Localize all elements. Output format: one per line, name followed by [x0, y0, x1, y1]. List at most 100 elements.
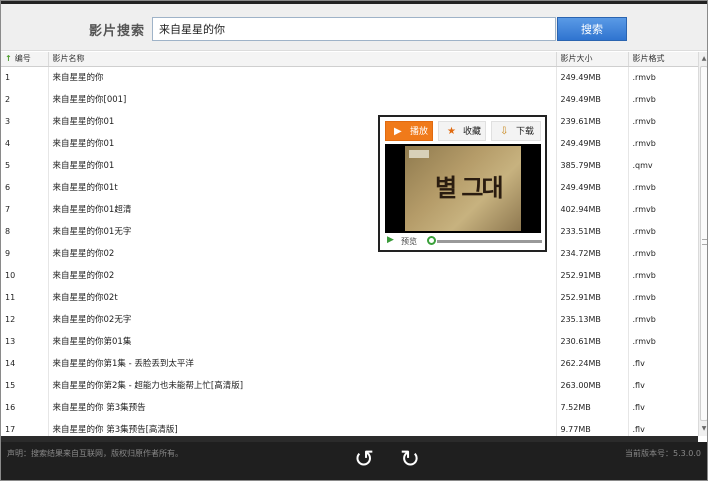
table-row[interactable]: 8 来自星星的你01无字 233.51MB .rmvb [1, 220, 698, 242]
row-title: 来自星星的你 [48, 66, 557, 88]
row-size: 249.49MB [556, 88, 629, 110]
star-icon: ★ [447, 126, 456, 137]
row-size: 235.13MB [556, 308, 629, 330]
header-number[interactable]: ↑ 编号 [1, 52, 49, 67]
row-title: 来自星星的你02 [48, 264, 557, 286]
row-format: .rmvb [628, 176, 698, 198]
row-format: .rmvb [628, 330, 698, 352]
row-title: 来自星星的你02t [48, 286, 557, 308]
row-title: 来自星星的你 第3集预告 [48, 396, 557, 418]
video-preview[interactable]: 별 그대 [385, 144, 541, 233]
row-number: 8 [1, 220, 49, 242]
scroll-down-icon[interactable]: ▼ [699, 424, 707, 434]
row-size: 249.49MB [556, 176, 629, 198]
row-number: 4 [1, 132, 49, 154]
row-number: 9 [1, 242, 49, 264]
preview-play-icon[interactable]: ▶ [387, 235, 394, 245]
row-format: .rmvb [628, 242, 698, 264]
table-row[interactable]: 14 来自星星的你第1集 - 丢脸丢到太平洋 262.24MB .flv [1, 352, 698, 374]
table-row[interactable]: 12 来自星星的你02无字 235.13MB .rmvb [1, 308, 698, 330]
row-format: .flv [628, 374, 698, 396]
table-row[interactable]: 3 来自星星的你01 239.61MB .rmvb [1, 110, 698, 132]
favorite-label: 收藏 [463, 127, 482, 137]
row-number: 14 [1, 352, 49, 374]
row-format: .rmvb [628, 308, 698, 330]
disclaimer-text: 声明：搜索结果来自互联网，版权归原作者所有。 [7, 449, 183, 458]
row-number: 16 [1, 396, 49, 418]
rotate-left-icon[interactable]: ↺ [349, 444, 379, 474]
favorite-button[interactable]: ★ 收藏 [438, 121, 486, 141]
scroll-grip-icon [702, 239, 707, 245]
table-row[interactable]: 9 来自星星的你02 234.72MB .rmvb [1, 242, 698, 264]
table-row[interactable]: 17 来自星星的你 第3集预告[高清版] 9.77MB .flv [1, 418, 698, 436]
play-icon: ▶ [394, 126, 402, 137]
row-number: 7 [1, 198, 49, 220]
channel-logo-icon [409, 150, 429, 158]
row-number: 11 [1, 286, 49, 308]
download-label: 下载 [516, 127, 535, 137]
row-format: .flv [628, 418, 698, 436]
header-name[interactable]: 影片名称 [48, 52, 557, 67]
table-row[interactable]: 7 来自星星的你01超清 402.94MB .rmvb [1, 198, 698, 220]
table-row[interactable]: 10 来自星星的你02 252.91MB .rmvb [1, 264, 698, 286]
table-row[interactable]: 2 来自星星的你[001] 249.49MB .rmvb [1, 88, 698, 110]
table-header-row: ↑ 编号 影片名称 影片大小 影片格式 [1, 52, 698, 67]
row-size: 252.91MB [556, 264, 629, 286]
video-frame: 별 그대 [405, 146, 521, 231]
results-table-wrap: ↑ 编号 影片名称 影片大小 影片格式 1 来自星星的你 249.49MB .rmvb 2… [1, 52, 698, 436]
row-title: 来自星星的你第2集 - 超能力也未能帮上忙[高清版] [48, 374, 557, 396]
row-number: 13 [1, 330, 49, 352]
row-number: 17 [1, 418, 49, 436]
row-format: .rmvb [628, 220, 698, 242]
row-number: 5 [1, 154, 49, 176]
preview-progress-handle[interactable] [427, 236, 436, 245]
row-size: 263.00MB [556, 374, 629, 396]
preview-controls: ▶ 预览 [387, 235, 542, 247]
table-row[interactable]: 13 来自星星的你第01集 230.61MB .rmvb [1, 330, 698, 352]
row-format: .flv [628, 396, 698, 418]
results-table: ↑ 编号 影片名称 影片大小 影片格式 1 来自星星的你 249.49MB .rmvb 2… [1, 52, 698, 436]
row-size: 249.49MB [556, 66, 629, 88]
play-label: 播放 [410, 127, 429, 137]
table-row[interactable]: 11 来自星星的你02t 252.91MB .rmvb [1, 286, 698, 308]
vertical-scrollbar[interactable]: ▲ ▼ [698, 52, 707, 436]
header-size[interactable]: 影片大小 [556, 52, 629, 67]
row-size: 230.61MB [556, 330, 629, 352]
row-format: .rmvb [628, 198, 698, 220]
row-number: 10 [1, 264, 49, 286]
table-row[interactable]: 6 来自星星的你01t 249.49MB .rmvb [1, 176, 698, 198]
search-input[interactable] [152, 17, 556, 41]
scroll-thumb[interactable] [700, 66, 707, 421]
table-row[interactable]: 15 来自星星的你第2集 - 超能力也未能帮上忙[高清版] 263.00MB .flv [1, 374, 698, 396]
row-size: 9.77MB [556, 418, 629, 436]
footer-bar: 声明：搜索结果来自互联网，版权归原作者所有。 ↺ ↻ 当前版本号：5.3.0.0 [1, 442, 707, 480]
scroll-up-icon[interactable]: ▲ [699, 54, 707, 64]
search-bar: 影片搜索 搜索 [1, 4, 707, 51]
download-icon: ⇩ [500, 126, 509, 137]
row-size: 252.91MB [556, 286, 629, 308]
download-button[interactable]: ⇩ 下载 [491, 121, 541, 141]
row-size: 249.49MB [556, 132, 629, 154]
row-size: 233.51MB [556, 220, 629, 242]
table-row[interactable]: 5 来自星星的你01 385.79MB .qmv [1, 154, 698, 176]
row-title: 来自星星的你 第3集预告[高清版] [48, 418, 557, 436]
play-button[interactable]: ▶ 播放 [385, 121, 433, 141]
table-row[interactable]: 4 来自星星的你01 249.49MB .rmvb [1, 132, 698, 154]
rotate-right-icon[interactable]: ↻ [395, 444, 425, 474]
row-format: .rmvb [628, 66, 698, 88]
header-format[interactable]: 影片格式 [628, 52, 698, 67]
row-format: .flv [628, 352, 698, 374]
row-size: 385.79MB [556, 154, 629, 176]
row-size: 7.52MB [556, 396, 629, 418]
row-format: .rmvb [628, 110, 698, 132]
row-number: 15 [1, 374, 49, 396]
sort-arrow-icon[interactable]: ↑ [5, 54, 12, 63]
row-size: 402.94MB [556, 198, 629, 220]
video-title-text: 별 그대 [435, 173, 504, 202]
table-row[interactable]: 1 来自星星的你 249.49MB .rmvb [1, 66, 698, 88]
preview-progress-track[interactable] [437, 240, 542, 243]
row-title: 来自星星的你[001] [48, 88, 557, 110]
search-button[interactable]: 搜索 [557, 17, 627, 41]
preview-label: 预览 [401, 237, 417, 246]
table-row[interactable]: 16 来自星星的你 第3集预告 7.52MB .flv [1, 396, 698, 418]
